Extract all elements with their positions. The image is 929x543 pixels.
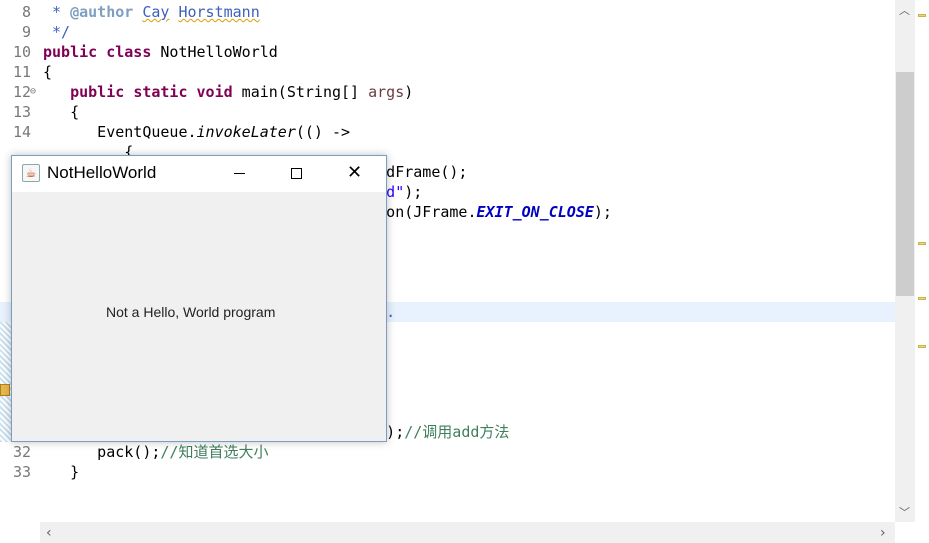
overview-ruler[interactable]	[915, 0, 929, 522]
code-line[interactable]: 14 EventQueue.invokeLater(() ->	[0, 122, 895, 142]
code-line[interactable]: 12 ⊖ public static void main(String[] arg…	[0, 82, 895, 102]
line-number: 12	[12, 83, 31, 101]
code-line[interactable]: 10 public class NotHelloWorld	[0, 42, 895, 62]
annotation-marker[interactable]	[918, 14, 926, 17]
scroll-up-icon[interactable]: ︿	[899, 2, 910, 18]
line-number: 10	[12, 43, 31, 61]
code-text: pack();//知道首选大小	[43, 443, 269, 461]
annotation-marker[interactable]	[918, 242, 926, 245]
line-number: 8	[21, 3, 31, 21]
maximize-button[interactable]	[268, 156, 326, 192]
code-text: public class NotHelloWorld	[43, 43, 278, 61]
code-line[interactable]: 32 pack();//知道首选大小	[0, 442, 895, 462]
code-text: */	[43, 23, 71, 41]
close-button[interactable]: ✕	[326, 156, 384, 192]
window-title: NotHelloWorld	[47, 163, 157, 182]
maximize-icon	[291, 168, 302, 179]
line-number: 11	[12, 63, 31, 81]
app-window[interactable]: ☕ NotHelloWorld ✕ Not a Hello, World pro…	[11, 155, 387, 442]
fold-toggle-icon[interactable]: ⊖	[30, 82, 36, 102]
code-line[interactable]: 33 }	[0, 462, 895, 482]
scroll-left-icon[interactable]: ‹	[46, 525, 52, 541]
code-text: * @author Cay Horstmann	[43, 3, 260, 21]
line-number: 9	[21, 23, 31, 41]
scroll-right-icon[interactable]: ›	[880, 525, 886, 541]
code-text: EventQueue.invokeLater(() ->	[43, 123, 351, 141]
overlap-strip	[0, 322, 11, 442]
close-icon: ✕	[347, 162, 363, 183]
code-line[interactable]: 11 {	[0, 62, 895, 82]
line-number: 14	[12, 123, 31, 141]
component-message: Not a Hello, World program	[106, 304, 276, 320]
horizontal-scrollbar[interactable]: ‹ ›	[40, 522, 895, 543]
bookmark-icon	[0, 384, 10, 396]
scroll-down-icon[interactable]: ﹀	[899, 504, 910, 520]
line-number: 32	[12, 443, 31, 461]
line-number: 13	[12, 103, 31, 121]
vertical-scrollbar[interactable]: ︿ ﹀	[895, 0, 915, 522]
minimize-button[interactable]	[210, 156, 268, 192]
code-text: }	[43, 463, 80, 481]
window-titlebar[interactable]: ☕ NotHelloWorld ✕	[12, 156, 386, 192]
annotation-marker[interactable]	[918, 297, 926, 300]
code-text: {	[43, 103, 80, 121]
scroll-thumb[interactable]	[896, 72, 914, 296]
code-text: {	[43, 63, 53, 81]
code-line[interactable]: 13 {	[0, 102, 895, 122]
code-line[interactable]: 8 * @author Cay Horstmann	[0, 2, 895, 22]
scroll-corner	[895, 522, 929, 543]
code-text: public static void main(String[] args)	[70, 83, 414, 101]
line-number: 33	[12, 463, 31, 481]
java-app-icon: ☕	[22, 164, 40, 182]
code-line[interactable]: 9 */	[0, 22, 895, 42]
minimize-icon	[234, 173, 245, 174]
annotation-marker[interactable]	[918, 345, 926, 348]
